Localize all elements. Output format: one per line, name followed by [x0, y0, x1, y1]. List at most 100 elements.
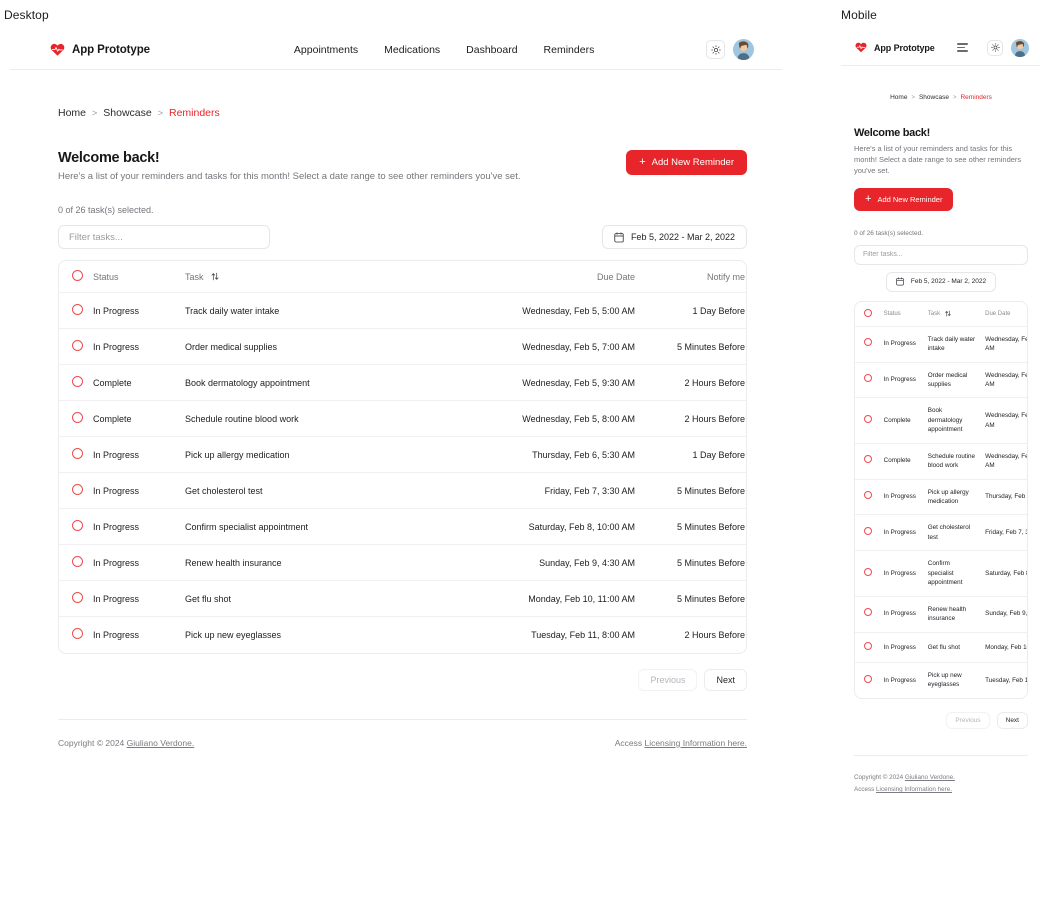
table-row[interactable]: In Progress Get cholesterol test Friday, F… — [855, 514, 1027, 551]
theme-toggle-button[interactable] — [706, 40, 725, 59]
circle-checkbox-icon[interactable] — [72, 628, 83, 640]
header-actions — [706, 39, 754, 60]
row-actions-cell: ··· — [745, 437, 746, 473]
circle-checkbox-icon[interactable] — [864, 455, 872, 464]
filter-tasks-input[interactable] — [854, 244, 1028, 265]
circle-checkbox-icon[interactable] — [864, 338, 872, 347]
circle-checkbox-icon[interactable] — [864, 374, 872, 383]
heart-pulse-icon — [50, 43, 65, 56]
table-row[interactable]: In Progress Get cholesterol test Friday, F… — [59, 472, 746, 509]
mobile-page-body: Home > Showcase > Reminders Welcome back… — [841, 66, 1040, 729]
footer-license-text: Access — [854, 785, 877, 793]
column-header-status[interactable]: Status — [884, 302, 928, 326]
circle-checkbox-icon[interactable] — [864, 527, 872, 536]
circle-checkbox-icon[interactable] — [864, 414, 872, 423]
next-page-button[interactable]: Next — [996, 711, 1028, 729]
next-page-button[interactable]: Next — [704, 668, 747, 691]
avatar[interactable] — [1011, 38, 1029, 57]
column-header-task[interactable]: Task — [928, 302, 985, 326]
table-row[interactable]: In Progress Pick up new eyeglasses Tuesday… — [855, 662, 1027, 698]
add-new-reminder-button[interactable]: + Add New Reminder — [854, 187, 954, 211]
table-row[interactable]: In Progress Pick up allergy medication Thu… — [855, 479, 1027, 515]
circle-checkbox-icon[interactable] — [864, 608, 872, 617]
row-status: Complete — [883, 416, 911, 424]
footer-license-link[interactable]: Licensing Information here. — [876, 786, 952, 793]
table-row[interactable]: In Progress Confirm specialist appointmen… — [855, 550, 1027, 596]
hamburger-icon[interactable] — [956, 43, 968, 52]
table-row[interactable]: In Progress Renew health insurance Sunday,… — [855, 596, 1027, 632]
table-row[interactable]: Complete Schedule routine blood work Wedne… — [855, 443, 1027, 479]
brand-logo[interactable]: App Prototype — [50, 43, 150, 56]
circle-checkbox-icon[interactable] — [72, 592, 83, 603]
table-row[interactable]: In Progress Get flu shot Monday, Feb 10, 1… — [855, 632, 1027, 663]
circle-checkbox-icon[interactable] — [864, 641, 872, 650]
breadcrumb-item-reminders[interactable]: Reminders — [960, 94, 991, 101]
table-row[interactable]: In Progress Order medical supplies Wednesd… — [855, 362, 1027, 398]
nav-link-appointments[interactable]: Appointments — [294, 44, 358, 56]
circle-checkbox-icon[interactable] — [72, 340, 83, 351]
table-row[interactable]: In Progress Confirm specialist appointmen… — [59, 508, 746, 545]
circle-checkbox-icon[interactable] — [72, 270, 83, 281]
avatar[interactable] — [733, 39, 754, 60]
row-status: In Progress — [93, 593, 140, 604]
desktop-page-body: Home > Showcase > Reminders Welcome back… — [10, 70, 782, 691]
add-new-reminder-button[interactable]: + Add New Reminder — [626, 150, 747, 175]
breadcrumb-item-home[interactable]: Home — [58, 107, 86, 119]
theme-toggle-button[interactable] — [987, 39, 1003, 56]
column-header-notify[interactable]: Notify me — [635, 261, 745, 293]
circle-checkbox-icon[interactable] — [864, 674, 872, 683]
row-notify: 2 Hours Before — [684, 629, 745, 640]
sun-icon — [990, 43, 1000, 52]
table-row[interactable]: Complete Book dermatology appointment Wedn… — [59, 364, 746, 401]
table-row[interactable]: In Progress Get flu shot Monday, Feb 10, 1… — [59, 580, 746, 617]
filter-tasks-input[interactable] — [58, 225, 270, 249]
table-row[interactable]: In Progress Track daily water intake Wedne… — [59, 292, 746, 329]
breadcrumb-separator: > — [157, 108, 163, 118]
nav-link-dashboard[interactable]: Dashboard — [466, 44, 517, 56]
table-row[interactable]: In Progress Pick up allergy medication Thu… — [59, 436, 746, 473]
screenshot-stage: Desktop Mobile App Prototype Appointment… — [0, 0, 1040, 910]
footer-license-link[interactable]: Licensing Information here. — [644, 738, 747, 748]
date-range-picker[interactable]: Feb 5, 2022 - Mar 2, 2022 — [601, 225, 747, 249]
circle-checkbox-icon[interactable] — [72, 556, 83, 567]
task-sort-control[interactable]: Task — [185, 272, 219, 282]
circle-checkbox-icon[interactable] — [864, 567, 872, 576]
circle-checkbox-icon[interactable] — [72, 448, 83, 459]
breadcrumb-item-showcase[interactable]: Showcase — [919, 94, 949, 101]
previous-page-button[interactable]: Previous — [638, 668, 698, 691]
circle-checkbox-icon[interactable] — [72, 376, 83, 387]
table-row[interactable]: In Progress Pick up new eyeglasses Tuesday… — [59, 616, 746, 653]
circle-checkbox-icon[interactable] — [864, 308, 872, 317]
circle-checkbox-icon[interactable] — [72, 484, 83, 495]
circle-checkbox-icon[interactable] — [72, 304, 83, 315]
task-sort-control[interactable]: Task — [928, 310, 951, 317]
circle-checkbox-icon[interactable] — [864, 491, 872, 500]
desktop-footer: Copyright © 2024 Giuliano Verdone. Acces… — [58, 718, 747, 748]
column-header-due-date[interactable]: Due Date — [985, 302, 1027, 326]
table-row[interactable]: In Progress Track daily water intake Wedne… — [855, 326, 1027, 362]
nav-link-medications[interactable]: Medications — [384, 44, 440, 56]
circle-checkbox-icon[interactable] — [72, 520, 83, 531]
footer-author-link[interactable]: Giuliano Verdone. — [905, 774, 955, 781]
row-select-cell — [855, 663, 884, 698]
column-header-actions — [745, 261, 746, 293]
breadcrumb-item-showcase[interactable]: Showcase — [103, 107, 151, 119]
breadcrumb-item-reminders[interactable]: Reminders — [169, 107, 220, 119]
column-header-task[interactable]: Task — [185, 261, 475, 293]
table-row[interactable]: In Progress Order medical supplies Wednesd… — [59, 328, 746, 365]
nav-link-reminders[interactable]: Reminders — [544, 44, 595, 56]
row-task: Order medical supplies — [185, 341, 278, 352]
date-range-picker[interactable]: Feb 5, 2022 - Mar 2, 2022 — [885, 271, 997, 292]
row-due-date: Monday, Feb 10, 11:00 AM — [528, 593, 635, 604]
table-row[interactable]: In Progress Renew health insurance Sunday,… — [59, 544, 746, 581]
column-header-status[interactable]: Status — [93, 261, 185, 293]
table-row[interactable]: Complete Schedule routine blood work Wedne… — [59, 400, 746, 437]
footer-author-link[interactable]: Giuliano Verdone. — [127, 738, 195, 748]
breadcrumb-item-home[interactable]: Home — [890, 94, 907, 101]
table-row[interactable]: Complete Book dermatology appointment Wedn… — [855, 397, 1027, 443]
circle-checkbox-icon[interactable] — [72, 412, 83, 423]
brand-logo[interactable]: App Prototype — [855, 42, 935, 53]
row-task: Schedule routine blood work — [927, 452, 976, 470]
column-header-due-date[interactable]: Due Date — [475, 261, 635, 293]
previous-page-button[interactable]: Previous — [946, 711, 990, 729]
